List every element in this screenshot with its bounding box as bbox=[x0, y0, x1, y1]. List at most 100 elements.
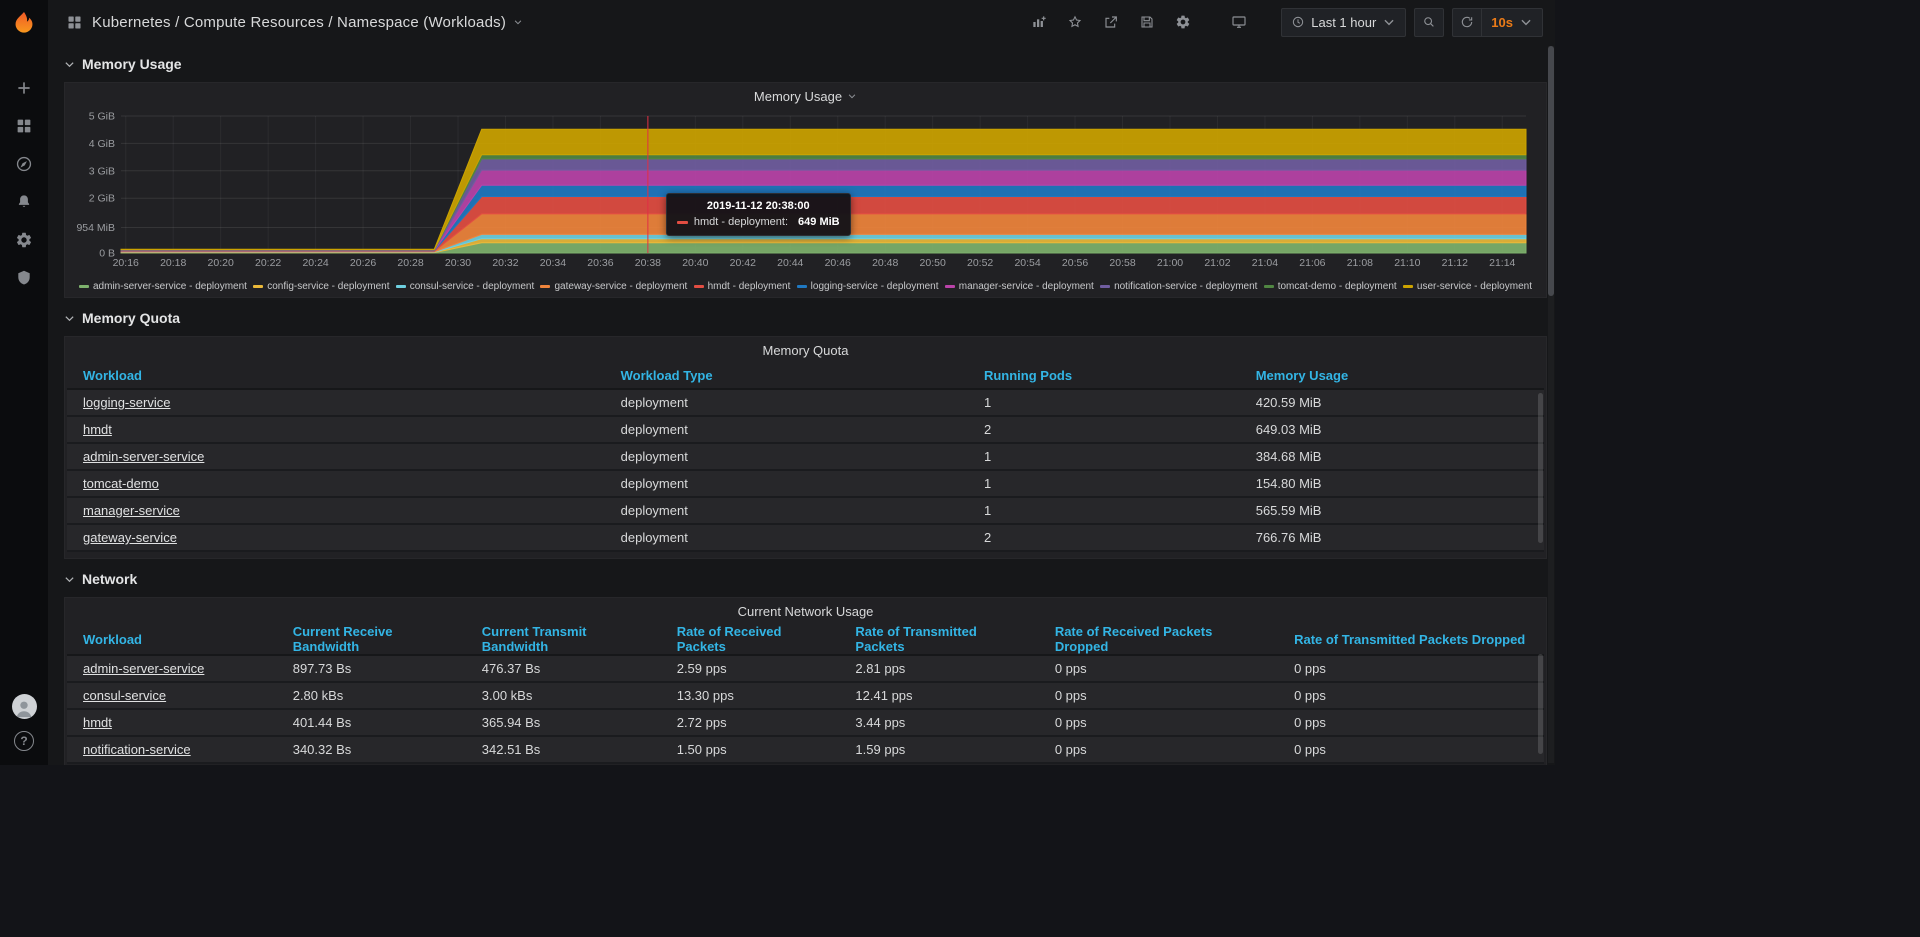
zoom-out-button[interactable] bbox=[1414, 8, 1444, 37]
workload-link[interactable]: consul-service bbox=[83, 688, 166, 703]
legend-item[interactable]: logging-service - deployment bbox=[797, 281, 939, 292]
column-header[interactable]: Rate of Received Packets bbox=[661, 624, 840, 655]
legend-series-color bbox=[79, 285, 89, 288]
memory-usage-chart[interactable]: 0 B954 MiB2 GiB3 GiB4 GiB5 GiB20:1620:18… bbox=[65, 109, 1546, 275]
workload-link[interactable]: manager-service bbox=[83, 503, 180, 518]
table-cell: 365.94 Bs bbox=[466, 709, 661, 736]
column-header[interactable]: Memory Usage bbox=[1240, 363, 1544, 389]
grafana-app: ? Kubernetes / Compute Resources / Names… bbox=[0, 0, 1555, 765]
table-cell: 12.41 pps bbox=[839, 682, 1038, 709]
table-row: consul-service2.80 kBs3.00 kBs13.30 pps1… bbox=[67, 682, 1544, 709]
panel-title-network[interactable]: Current Network Usage bbox=[65, 598, 1546, 624]
workload-cell[interactable]: hmdt bbox=[67, 709, 277, 736]
table-cell: 476.37 Bs bbox=[466, 655, 661, 682]
configuration-button[interactable] bbox=[7, 228, 41, 252]
workload-link[interactable]: hmdt bbox=[83, 422, 112, 437]
help-button[interactable]: ? bbox=[14, 731, 34, 751]
scrollbar-thumb[interactable] bbox=[1548, 46, 1554, 296]
column-header[interactable]: Current Receive Bandwidth bbox=[277, 624, 466, 655]
legend-series-color bbox=[1403, 285, 1413, 288]
panel-title-memory-usage[interactable]: Memory Usage bbox=[65, 83, 1546, 109]
table-scrollbar[interactable] bbox=[1538, 654, 1543, 754]
workload-link[interactable]: admin-server-service bbox=[83, 449, 204, 464]
section-header-memory-quota[interactable]: Memory Quota bbox=[64, 306, 1547, 330]
alerting-button[interactable] bbox=[7, 190, 41, 214]
stacked-area-chart[interactable]: 0 B954 MiB2 GiB3 GiB4 GiB5 GiB20:1620:18… bbox=[71, 109, 1540, 275]
column-header[interactable]: Running Pods bbox=[968, 363, 1240, 389]
server-admin-button[interactable] bbox=[7, 266, 41, 290]
workload-link[interactable]: logging-service bbox=[83, 395, 170, 410]
legend-item[interactable]: hmdt - deployment bbox=[694, 281, 791, 292]
svg-text:20:36: 20:36 bbox=[587, 257, 613, 269]
dashboard-settings-button[interactable] bbox=[1169, 8, 1197, 36]
legend-item[interactable]: notification-service - deployment bbox=[1100, 281, 1257, 292]
svg-text:21:10: 21:10 bbox=[1394, 257, 1420, 269]
legend-item[interactable]: manager-service - deployment bbox=[945, 281, 1094, 292]
time-range-picker[interactable]: Last 1 hour bbox=[1281, 8, 1406, 37]
table-cell: deployment bbox=[605, 389, 968, 416]
svg-text:20:16: 20:16 bbox=[113, 257, 139, 269]
save-button[interactable] bbox=[1133, 8, 1161, 36]
table-row: hmdt401.44 Bs365.94 Bs2.72 pps3.44 pps0 … bbox=[67, 709, 1544, 736]
section-header-network[interactable]: Network bbox=[64, 567, 1547, 591]
column-header[interactable]: Rate of Transmitted Packets Dropped bbox=[1278, 624, 1544, 655]
question-mark-icon: ? bbox=[20, 734, 27, 748]
dashboards-button[interactable] bbox=[7, 114, 41, 138]
legend-series-label: gateway-service - deployment bbox=[554, 281, 687, 292]
workload-cell[interactable]: logging-service bbox=[67, 389, 605, 416]
add-panel-button[interactable] bbox=[1025, 8, 1053, 36]
workload-link[interactable]: admin-server-service bbox=[83, 661, 204, 676]
legend-item[interactable]: config-service - deployment bbox=[253, 281, 389, 292]
cycle-view-button[interactable] bbox=[1225, 8, 1253, 36]
workload-cell[interactable]: hmdt bbox=[67, 416, 605, 443]
create-button[interactable] bbox=[7, 76, 41, 100]
memory-usage-panel: Memory Usage 0 B954 MiB2 GiB3 GiB4 GiB5 … bbox=[64, 82, 1547, 298]
explore-button[interactable] bbox=[7, 152, 41, 176]
workload-cell[interactable]: gateway-service bbox=[67, 524, 605, 551]
panel-title-memory-quota[interactable]: Memory Quota bbox=[65, 337, 1546, 363]
svg-text:20:24: 20:24 bbox=[302, 257, 328, 269]
table-scrollbar[interactable] bbox=[1538, 393, 1543, 543]
star-button[interactable] bbox=[1061, 8, 1089, 36]
explore-compass-icon bbox=[15, 155, 33, 173]
column-header[interactable]: Workload Type bbox=[605, 363, 968, 389]
table-cell: 2.81 pps bbox=[839, 655, 1038, 682]
refresh-button[interactable] bbox=[1452, 8, 1481, 37]
column-header[interactable]: Rate of Received Packets Dropped bbox=[1039, 624, 1278, 655]
workload-link[interactable]: hmdt bbox=[83, 715, 112, 730]
workload-cell[interactable]: admin-server-service bbox=[67, 443, 605, 470]
legend-item[interactable]: gateway-service - deployment bbox=[540, 281, 687, 292]
column-header[interactable]: Current Transmit Bandwidth bbox=[466, 624, 661, 655]
memory-quota-panel: Memory Quota WorkloadWorkload TypeRunnin… bbox=[64, 336, 1547, 559]
column-header[interactable]: Rate of Transmitted Packets bbox=[839, 624, 1038, 655]
tv-monitor-icon bbox=[1231, 14, 1247, 30]
column-header[interactable]: Workload bbox=[67, 363, 605, 389]
page-scrollbar[interactable] bbox=[1548, 46, 1554, 763]
table-cell: 1 bbox=[968, 497, 1240, 524]
table-cell: 342.51 Bs bbox=[466, 736, 661, 763]
legend-item[interactable]: tomcat-demo - deployment bbox=[1264, 281, 1397, 292]
table-row: admin-server-servicedeployment1384.68 Mi… bbox=[67, 443, 1544, 470]
refresh-interval-picker[interactable]: 10s bbox=[1481, 8, 1543, 37]
workload-link[interactable]: gateway-service bbox=[83, 530, 177, 545]
workload-cell[interactable]: notification-service bbox=[67, 736, 277, 763]
legend-item[interactable]: admin-server-service - deployment bbox=[79, 281, 247, 292]
column-header[interactable]: Workload bbox=[67, 624, 277, 655]
workload-link[interactable]: notification-service bbox=[83, 742, 191, 757]
share-button[interactable] bbox=[1097, 8, 1125, 36]
section-network: Network Current Network Usage WorkloadCu… bbox=[64, 567, 1547, 765]
memory-quota-table: WorkloadWorkload TypeRunning PodsMemory … bbox=[67, 363, 1544, 552]
workload-link[interactable]: tomcat-demo bbox=[83, 476, 159, 491]
workload-cell[interactable]: consul-service bbox=[67, 682, 277, 709]
legend-item[interactable]: consul-service - deployment bbox=[396, 281, 535, 292]
table-cell: 2 bbox=[968, 524, 1240, 551]
grafana-logo[interactable] bbox=[0, 0, 48, 46]
dashboard-title[interactable]: Kubernetes / Compute Resources / Namespa… bbox=[92, 14, 523, 31]
table-cell: 1.59 pps bbox=[839, 736, 1038, 763]
workload-cell[interactable]: manager-service bbox=[67, 497, 605, 524]
workload-cell[interactable]: admin-server-service bbox=[67, 655, 277, 682]
section-header-memory-usage[interactable]: Memory Usage bbox=[64, 52, 1547, 76]
user-avatar[interactable] bbox=[12, 694, 37, 719]
legend-item[interactable]: user-service - deployment bbox=[1403, 281, 1532, 292]
workload-cell[interactable]: tomcat-demo bbox=[67, 470, 605, 497]
